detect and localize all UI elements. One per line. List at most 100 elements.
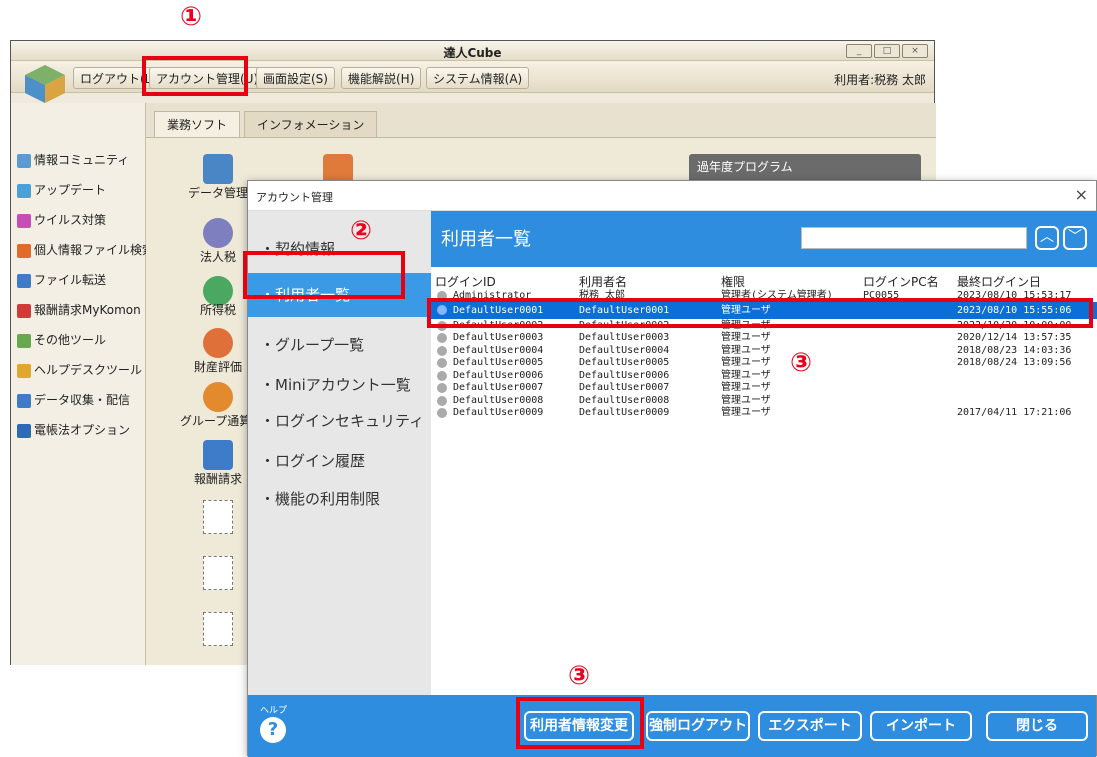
tab-business-software[interactable]: 業務ソフト: [154, 111, 241, 137]
chevron-up-icon[interactable]: ︿: [1035, 226, 1059, 250]
table-cell: 管理ユーザ: [721, 407, 771, 418]
menu-system-info[interactable]: システム情報(A): [426, 67, 530, 89]
table-row[interactable]: Administrator 税務 太郎 管理者(システム管理者) PC0055 2023…: [431, 289, 1097, 302]
edit-user-info-button[interactable]: 利用者情報変更: [524, 711, 634, 741]
col-login-pc[interactable]: ログインPC名: [863, 273, 939, 290]
table-cell: DefaultUser0004: [453, 344, 544, 356]
search-file-icon: [17, 243, 31, 258]
sidebar-item-antivirus[interactable]: ウイルス対策: [17, 209, 106, 231]
sidebar-item-pi-search[interactable]: 個人情報ファイル検索: [17, 239, 154, 261]
table-row[interactable]: DefaultUser0007 DefaultUser0007 管理ユーザ: [431, 381, 1097, 394]
maximize-icon[interactable]: □: [874, 44, 900, 58]
table-cell: 管理ユーザ: [721, 394, 771, 406]
menu-screen-settings[interactable]: 画面設定(S): [256, 67, 335, 89]
table-cell: 2022/10/20 10:00:00: [957, 319, 1072, 331]
import-button[interactable]: インポート: [870, 711, 972, 741]
table-cell: DefaultUser0009: [579, 407, 670, 418]
menu-bar: ログアウト(L) アカウント管理(U) 画面設定(S) 機能解説(H) システム…: [11, 61, 934, 103]
table-cell: 2018/08/24 13:09:56: [957, 357, 1072, 368]
tab-information[interactable]: インフォメーション: [244, 111, 378, 137]
table-row[interactable]: DefaultUser0008 DefaultUser0008 管理ユーザ: [431, 394, 1097, 407]
nav-contract-info[interactable]: ・契約情報: [248, 227, 431, 271]
table-row[interactable]: DefaultUser0004 DefaultUser0004 管理ユーザ 2018/…: [431, 344, 1097, 357]
sidebar-item-mykomon[interactable]: 報酬請求MyKomon: [17, 299, 141, 321]
sidebar-item-community[interactable]: 情報コミュニティ: [17, 149, 129, 171]
nav-login-security[interactable]: ・ログインセキュリティ: [248, 399, 431, 443]
virus-icon: [17, 213, 31, 228]
step-marker-1: ①: [180, 2, 203, 32]
table-cell: 2023/08/10 15:53:17: [957, 290, 1072, 301]
minimize-icon[interactable]: _: [846, 44, 872, 58]
table-cell: PC0055: [863, 290, 900, 301]
table-cell: 2020/12/14 13:57:35: [957, 332, 1072, 343]
empty-slot[interactable]: [203, 556, 233, 590]
user-icon: [437, 358, 447, 368]
left-sidebar: 情報コミュニティ アップデート ウイルス対策 個人情報ファイル検索 ファイル転送…: [11, 103, 154, 665]
table-cell: DefaultUser0008: [579, 394, 670, 406]
table-cell: 税務 太郎: [579, 290, 626, 301]
table-row-selected[interactable]: DefaultUser0001 DefaultUser0001 管理ユーザ 2023/…: [431, 301, 1097, 319]
user-icon: [437, 395, 447, 406]
col-last-login[interactable]: 最終ログイン日: [957, 273, 1041, 290]
close-window-icon[interactable]: ×: [902, 44, 928, 58]
chevron-down-icon[interactable]: ﹀: [1063, 226, 1087, 250]
table-cell: 管理ユーザ: [721, 344, 771, 356]
table-row[interactable]: DefaultUser0003 DefaultUser0003 管理ユーザ 2020/…: [431, 331, 1097, 344]
table-row[interactable]: DefaultUser0005 DefaultUser0005 管理ユーザ 2018/…: [431, 356, 1097, 369]
app-logo-icon: [21, 63, 69, 105]
nav-group-list[interactable]: ・グループ一覧: [248, 323, 431, 367]
current-user-label: 利用者:税務 太郎: [834, 73, 926, 87]
sidebar-item-helpdesk[interactable]: ヘルプデスクツール: [17, 359, 142, 381]
sidebar-label: 個人情報ファイル検索: [34, 243, 155, 257]
table-cell: DefaultUser0002: [579, 319, 670, 331]
table-cell: DefaultUser0004: [579, 344, 670, 356]
empty-slot[interactable]: [203, 500, 233, 534]
empty-slot[interactable]: [203, 612, 233, 646]
helpdesk-icon: [17, 363, 31, 378]
help-icon[interactable]: ?: [260, 717, 286, 743]
data-management-icon[interactable]: [203, 154, 233, 184]
group-tax-icon[interactable]: [203, 382, 233, 412]
property-valuation-icon[interactable]: [203, 328, 233, 358]
menu-account-management[interactable]: アカウント管理(U): [149, 67, 266, 89]
sidebar-item-file-transfer[interactable]: ファイル転送: [17, 269, 106, 291]
corporate-tax-icon[interactable]: [203, 218, 233, 248]
table-cell: 管理ユーザ: [721, 357, 771, 368]
user-icon: [437, 370, 447, 381]
table-cell: DefaultUser0003: [579, 332, 670, 343]
nav-function-restriction[interactable]: ・機能の利用制限: [248, 477, 431, 521]
list-header: ログインID 利用者名 権限 ログインPC名 最終ログイン日: [431, 267, 1097, 289]
sidebar-item-update[interactable]: アップデート: [17, 179, 106, 201]
step-marker-3-button: ③: [568, 661, 591, 691]
ebook-law-icon: [17, 423, 31, 438]
window-title: 達人Cube: [443, 46, 502, 60]
table-row[interactable]: DefaultUser0009 DefaultUser0009 管理ユーザ 2017/…: [431, 406, 1097, 419]
close-icon[interactable]: ×: [1075, 185, 1088, 204]
col-permission[interactable]: 権限: [721, 273, 745, 290]
col-login-id[interactable]: ログインID: [435, 273, 496, 290]
sidebar-label: アップデート: [34, 183, 107, 197]
sidebar-item-data-collect[interactable]: データ収集・配信: [17, 389, 130, 411]
table-cell: DefaultUser0005: [579, 357, 670, 368]
close-button[interactable]: 閉じる: [986, 711, 1088, 741]
user-icon: [437, 345, 447, 356]
past-program-label: 過年度プログラム: [697, 160, 793, 174]
force-logout-button[interactable]: 強制ログアウト: [646, 711, 750, 741]
export-button[interactable]: エクスポート: [758, 711, 862, 741]
table-cell: DefaultUser0001: [579, 304, 670, 316]
dialog-nav: ・契約情報 ・利用者一覧 ・グループ一覧 ・Miniアカウント一覧 ・ログインセ…: [248, 211, 431, 695]
nav-user-list[interactable]: ・利用者一覧: [248, 273, 431, 317]
dialog-title: アカウント管理: [256, 191, 333, 204]
community-icon: [17, 153, 31, 168]
sidebar-item-ebook-option[interactable]: 電帳法オプション: [17, 419, 130, 441]
search-input[interactable]: [801, 227, 1027, 249]
sidebar-label: ヘルプデスクツール: [34, 363, 143, 377]
tools-icon: [17, 333, 31, 348]
table-row[interactable]: DefaultUser0002 DefaultUser0002 管理ユーザ 2022/…: [431, 319, 1097, 332]
table-cell: Administrator: [453, 290, 532, 301]
fee-request-icon[interactable]: [203, 440, 233, 470]
sidebar-item-other-tools[interactable]: その他ツール: [17, 329, 106, 351]
col-user-name[interactable]: 利用者名: [579, 273, 627, 290]
menu-function-guide[interactable]: 機能解説(H): [341, 67, 422, 89]
table-row[interactable]: DefaultUser0006 DefaultUser0006 管理ユーザ: [431, 369, 1097, 382]
